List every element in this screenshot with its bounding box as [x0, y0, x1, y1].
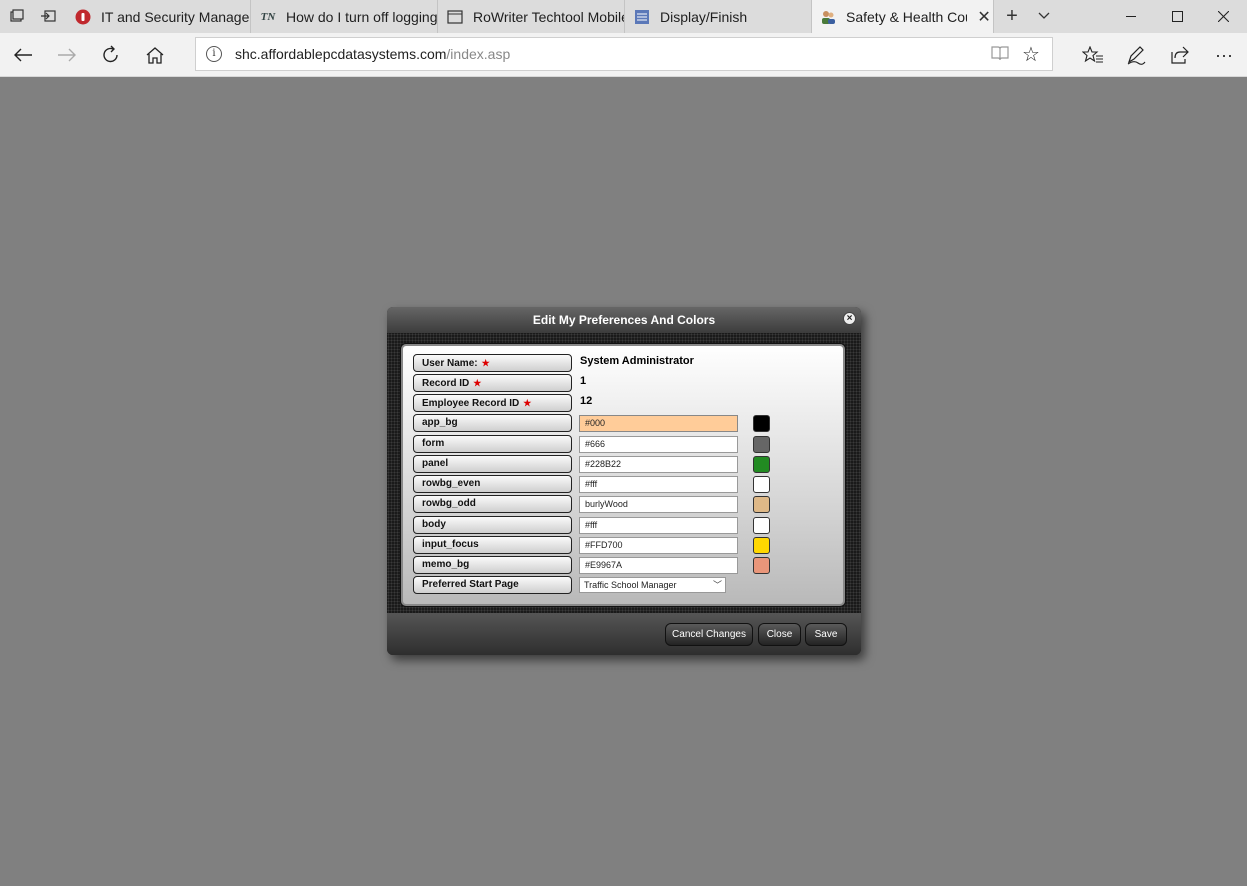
tab-logging-question[interactable]: TN How do I turn off logging — [252, 0, 438, 33]
label-text: Employee Record ID — [422, 398, 520, 409]
color-swatch[interactable] — [753, 557, 770, 574]
tab-label: Safety & Health Cour — [846, 8, 968, 25]
tab-label: RoWriter Techtool Mobile — [473, 8, 624, 25]
employee-record-id-value: 12 — [580, 395, 593, 407]
minimize-icon[interactable] — [1108, 0, 1154, 33]
tn-logo-icon: TN — [260, 10, 276, 23]
color-label: body — [413, 516, 572, 534]
color-label: rowbg_even — [413, 475, 572, 493]
site-info-icon[interactable]: i — [206, 46, 222, 62]
new-tab-icon[interactable]: + — [1002, 5, 1022, 27]
required-star-icon: ★ — [523, 398, 532, 408]
color-label: panel — [413, 455, 572, 473]
tab-label: How do I turn off logging — [286, 8, 437, 25]
back-icon[interactable] — [8, 40, 38, 70]
close-button[interactable]: Close — [758, 623, 801, 646]
dialog-body: User Name: ★ System Administrator Record … — [387, 333, 861, 613]
tab-it-security-manager[interactable]: IT and Security Manager — [67, 0, 251, 33]
required-star-icon: ★ — [481, 358, 490, 368]
color-swatch[interactable] — [753, 537, 770, 554]
document-list-icon — [634, 9, 650, 25]
favorites-list-icon[interactable] — [1078, 40, 1108, 70]
save-button[interactable]: Save — [805, 623, 847, 646]
tab-label: Display/Finish — [660, 8, 748, 25]
chevron-down-icon[interactable] — [1034, 6, 1054, 26]
refresh-icon[interactable] — [96, 40, 126, 70]
maximize-icon[interactable] — [1154, 0, 1200, 33]
color-input[interactable]: #E9967A — [579, 557, 738, 574]
forward-icon[interactable] — [52, 40, 82, 70]
dialog-title: Edit My Preferences And Colors — [387, 307, 861, 333]
close-tab-icon[interactable]: ✕ — [975, 7, 993, 27]
favorite-star-icon[interactable]: ☆ — [1022, 42, 1040, 67]
color-swatch[interactable] — [753, 436, 770, 453]
color-label: rowbg_odd — [413, 495, 572, 513]
required-star-icon: ★ — [473, 378, 482, 388]
color-swatch[interactable] — [753, 476, 770, 493]
user-name-label: User Name: ★ — [413, 354, 572, 372]
tab-safety-health[interactable]: Safety & Health Cour ✕ — [812, 0, 994, 33]
tab-bar: IT and Security Manager TN How do I turn… — [0, 0, 1247, 33]
color-input[interactable]: #fff — [579, 476, 738, 493]
dialog-footer: Cancel Changes Close Save — [387, 613, 861, 655]
chevron-down-icon: ﹀ — [712, 580, 722, 590]
color-input[interactable]: #FFD700 — [579, 537, 738, 554]
color-input[interactable]: #228B22 — [579, 456, 738, 473]
color-swatch[interactable] — [753, 415, 770, 432]
color-swatch[interactable] — [753, 496, 770, 513]
share-icon[interactable] — [1164, 40, 1194, 70]
preferences-dialog: Edit My Preferences And Colors × User Na… — [387, 307, 861, 655]
cancel-changes-button[interactable]: Cancel Changes — [665, 623, 753, 646]
start-page-label: Preferred Start Page — [413, 576, 572, 594]
tab-rowriter-techtool[interactable]: RoWriter Techtool Mobile — [439, 0, 625, 33]
close-window-icon[interactable] — [1200, 0, 1246, 33]
color-input[interactable]: #000 — [579, 415, 738, 432]
dialog-close-icon[interactable]: × — [843, 312, 856, 325]
reading-view-icon[interactable] — [991, 45, 1009, 66]
page-icon — [447, 9, 463, 25]
url-path: /index.asp — [446, 46, 511, 62]
color-input[interactable]: #666 — [579, 436, 738, 453]
color-label: memo_bg — [413, 556, 572, 574]
shield-icon — [75, 9, 91, 25]
label-text: User Name: — [422, 358, 478, 369]
label-text: Record ID — [422, 378, 470, 389]
color-input[interactable]: burlyWood — [579, 496, 738, 513]
color-input[interactable]: #fff — [579, 517, 738, 534]
tab-display-finish[interactable]: Display/Finish — [626, 0, 812, 33]
more-options-icon[interactable]: ··· — [1209, 40, 1239, 70]
pen-notes-icon[interactable] — [1121, 40, 1151, 70]
start-page-selected: Traffic School Manager — [584, 580, 677, 590]
url-text: shc.affordablepcdatasystems.com/index.as… — [235, 46, 510, 62]
preferences-panel: User Name: ★ System Administrator Record … — [401, 344, 845, 606]
start-page-select[interactable]: Traffic School Manager ﹀ — [579, 577, 726, 593]
people-icon — [820, 9, 836, 25]
color-label: input_focus — [413, 536, 572, 554]
record-id-value: 1 — [580, 375, 587, 387]
tab-manager-icon[interactable] — [7, 6, 27, 26]
color-label: app_bg — [413, 414, 572, 432]
home-icon[interactable] — [140, 40, 170, 70]
employee-record-id-label: Employee Record ID ★ — [413, 394, 572, 412]
color-swatch[interactable] — [753, 456, 770, 473]
color-label: form — [413, 435, 572, 453]
tab-label: IT and Security Manager — [101, 8, 250, 25]
address-bar[interactable]: i shc.affordablepcdatasystems.com/index.… — [195, 37, 1053, 71]
user-name-value: System Administrator — [580, 355, 694, 367]
set-tabs-aside-icon[interactable] — [38, 6, 58, 26]
color-swatch[interactable] — [753, 517, 770, 534]
navigation-bar: i shc.affordablepcdatasystems.com/index.… — [0, 33, 1247, 77]
record-id-label: Record ID ★ — [413, 374, 572, 392]
url-host: shc.affordablepcdatasystems.com — [235, 46, 447, 62]
